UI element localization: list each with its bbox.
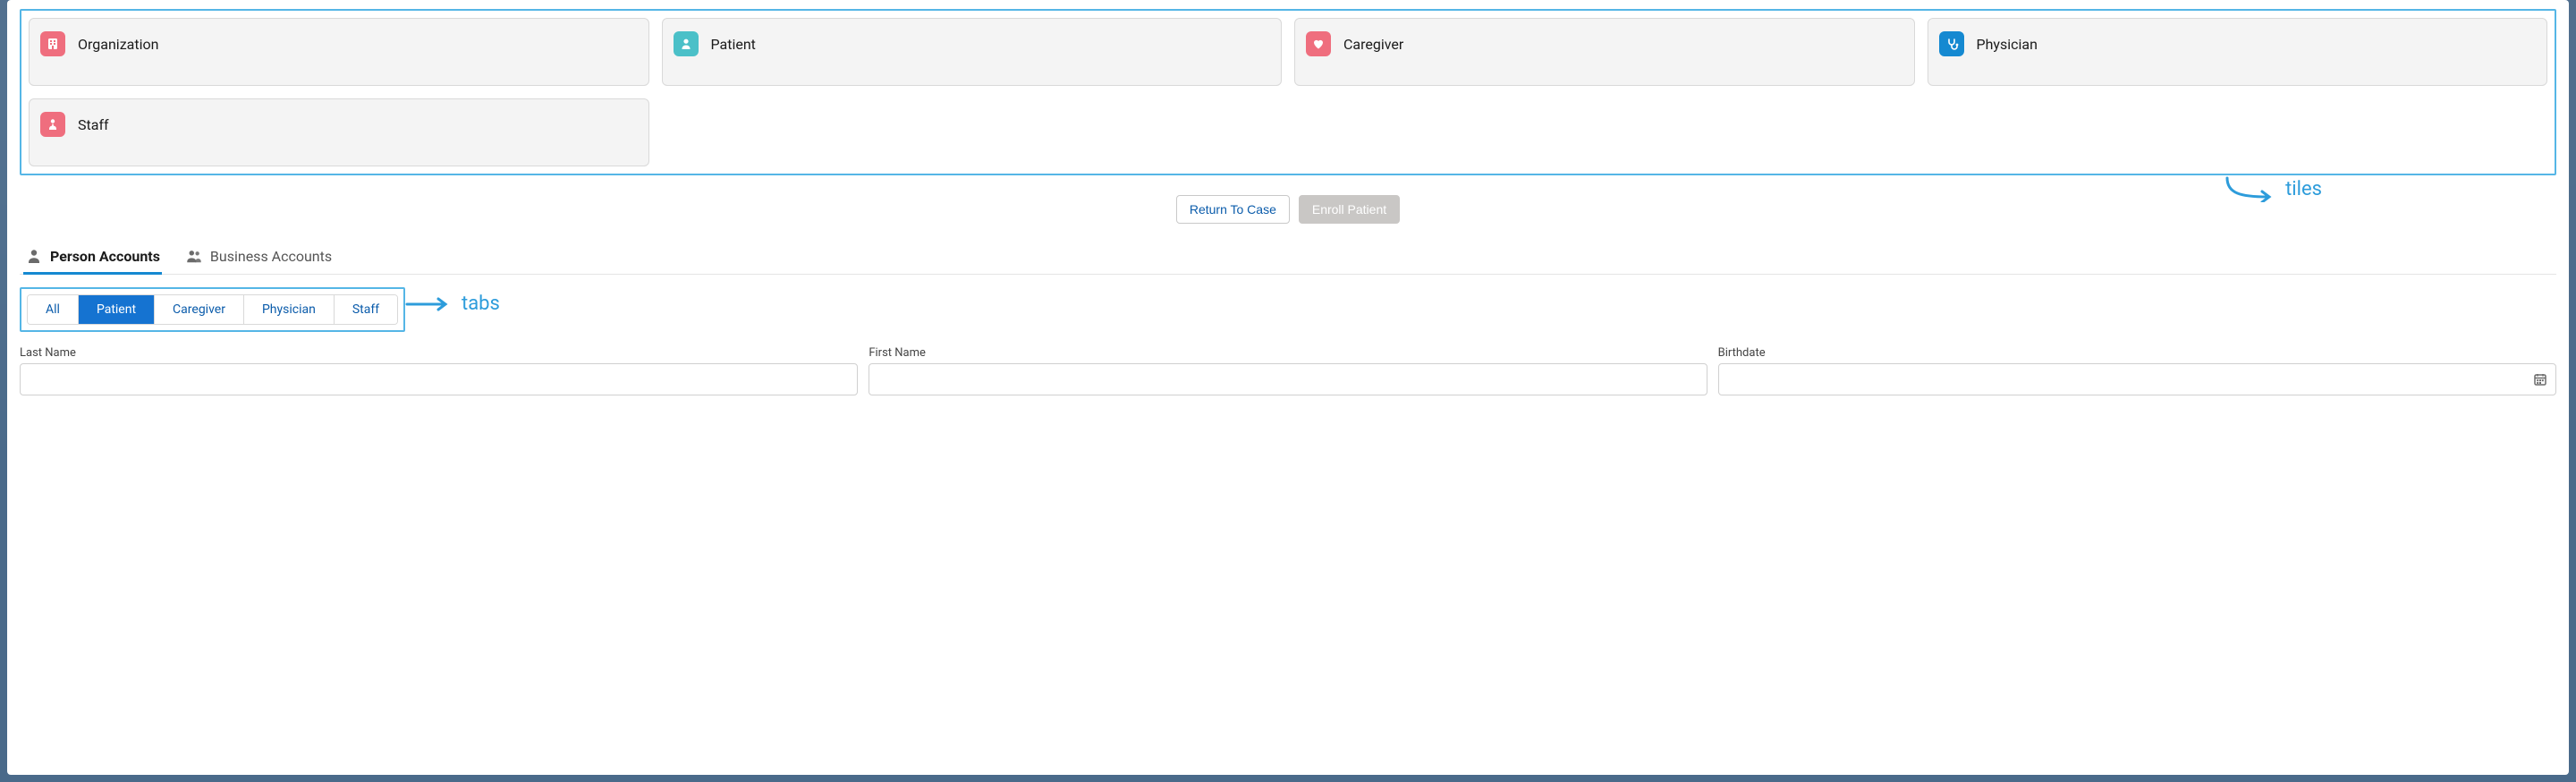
filter-row: All Patient Caregiver Physician Staff ta… bbox=[20, 287, 2556, 332]
page-container: Organization Patient Caregiver Physician bbox=[7, 0, 2569, 775]
tile-staff[interactable]: Staff bbox=[29, 98, 649, 166]
return-to-case-button[interactable]: Return To Case bbox=[1176, 195, 1290, 224]
birthdate-label: Birthdate bbox=[1718, 346, 2556, 360]
filter-tab-caregiver[interactable]: Caregiver bbox=[155, 295, 244, 324]
heart-icon bbox=[1306, 31, 1331, 56]
tab-business-accounts[interactable]: Business Accounts bbox=[183, 242, 334, 275]
tile-caregiver[interactable]: Caregiver bbox=[1294, 18, 1915, 86]
annotation-tabs: tabs bbox=[404, 293, 500, 315]
stethoscope-icon bbox=[1939, 31, 1964, 56]
last-name-input[interactable] bbox=[20, 363, 858, 395]
search-fields: Last Name First Name Birthdate bbox=[20, 346, 2556, 395]
last-name-label: Last Name bbox=[20, 346, 858, 360]
account-type-tabs: Person Accounts Business Accounts bbox=[20, 242, 2556, 275]
tiles-highlight-box: Organization Patient Caregiver Physician bbox=[20, 9, 2556, 175]
tab-label: Business Accounts bbox=[210, 248, 332, 265]
person-icon bbox=[25, 247, 43, 265]
group-icon bbox=[185, 247, 203, 265]
filter-tab-staff[interactable]: Staff bbox=[335, 295, 397, 324]
tile-label: Patient bbox=[711, 36, 756, 53]
tile-label: Physician bbox=[1977, 36, 2038, 53]
annotation-tabs-label: tabs bbox=[462, 293, 500, 315]
first-name-label: First Name bbox=[869, 346, 1707, 360]
filter-tab-all[interactable]: All bbox=[28, 295, 79, 324]
filter-tabs: All Patient Caregiver Physician Staff bbox=[27, 294, 398, 325]
first-name-input[interactable] bbox=[869, 363, 1707, 395]
tile-label: Caregiver bbox=[1343, 36, 1403, 53]
filter-tab-patient[interactable]: Patient bbox=[79, 295, 155, 324]
actions-bar: Return To Case Enroll Patient bbox=[20, 195, 2556, 224]
field-last-name: Last Name bbox=[20, 346, 858, 395]
tile-label: Organization bbox=[78, 36, 158, 53]
tile-physician[interactable]: Physician bbox=[1928, 18, 2548, 86]
tab-person-accounts[interactable]: Person Accounts bbox=[23, 242, 162, 275]
tiles-grid: Organization Patient Caregiver Physician bbox=[29, 18, 2547, 166]
enroll-patient-button: Enroll Patient bbox=[1299, 195, 1400, 224]
filter-tab-physician[interactable]: Physician bbox=[244, 295, 335, 324]
tile-organization[interactable]: Organization bbox=[29, 18, 649, 86]
calendar-icon[interactable] bbox=[2533, 372, 2547, 387]
tile-label: Staff bbox=[78, 116, 109, 133]
filter-tabs-highlight-box: All Patient Caregiver Physician Staff bbox=[20, 287, 405, 332]
person-icon bbox=[674, 31, 699, 56]
building-icon bbox=[40, 31, 65, 56]
birthdate-input[interactable] bbox=[1718, 363, 2556, 395]
tile-patient[interactable]: Patient bbox=[662, 18, 1283, 86]
field-first-name: First Name bbox=[869, 346, 1707, 395]
tab-label: Person Accounts bbox=[50, 248, 160, 265]
staff-icon bbox=[40, 112, 65, 137]
field-birthdate: Birthdate bbox=[1718, 346, 2556, 395]
